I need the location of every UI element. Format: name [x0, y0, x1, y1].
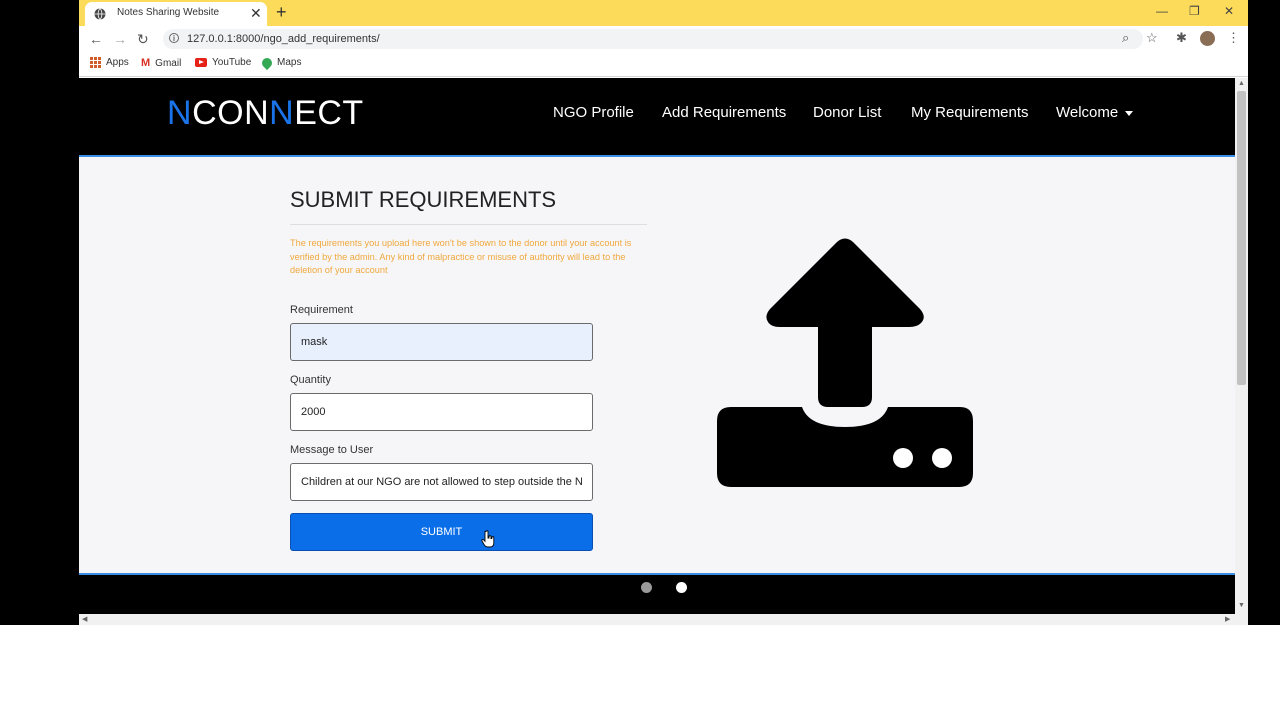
upload-icon — [717, 238, 973, 487]
info-icon[interactable]: i — [169, 33, 179, 43]
nav-my-requirements[interactable]: My Requirements — [911, 104, 1029, 121]
url-text[interactable]: 127.0.0.1:8000/ngo_add_requirements/ — [187, 33, 380, 45]
form-section: SUBMIT REQUIREMENTS The requirements you… — [79, 157, 1235, 575]
browser-tab[interactable]: Notes Sharing Website ✕ — [85, 2, 267, 26]
reload-button[interactable]: ↻ — [137, 30, 149, 48]
bookmark-maps[interactable]: Maps — [259, 55, 302, 70]
carousel-dot-1[interactable] — [641, 582, 652, 593]
right-black-margin — [1248, 0, 1280, 625]
bookmark-label: Maps — [277, 57, 302, 68]
address-toolbar: ← → ↻ i 127.0.0.1:8000/ngo_add_requireme… — [79, 26, 1248, 52]
bookmark-gmail[interactable]: M Gmail — [141, 57, 181, 69]
browser-menu-icon[interactable]: ⋮ — [1227, 30, 1240, 46]
title-bar: Notes Sharing Website ✕ + — ❐ ✕ — [79, 0, 1248, 26]
bookmark-label: Apps — [106, 57, 129, 68]
tab-close-icon[interactable]: ✕ — [250, 5, 262, 21]
bookmark-label: Gmail — [155, 57, 182, 69]
submit-button[interactable]: SUBMIT — [290, 513, 593, 551]
verification-notice: The requirements you upload here won't b… — [290, 238, 632, 275]
heading-divider — [290, 224, 647, 225]
bookmark-apps[interactable]: Apps — [90, 57, 129, 68]
minimize-button[interactable]: — — [1156, 3, 1168, 19]
bookmark-label: YouTube — [212, 57, 252, 68]
gmail-icon: M — [141, 57, 151, 69]
restore-button[interactable]: ❐ — [1189, 3, 1200, 19]
extensions-icon[interactable]: ✱ — [1176, 30, 1187, 46]
vertical-scroll-thumb[interactable] — [1237, 91, 1246, 385]
nav-donor-list[interactable]: Donor List — [813, 104, 881, 121]
bookmarks-bar: Apps M Gmail YouTube Maps — [79, 52, 1248, 77]
apps-grid-icon — [90, 57, 101, 68]
left-black-margin — [0, 0, 79, 625]
scroll-down-icon[interactable]: ▼ — [1238, 602, 1245, 609]
close-window-button[interactable]: ✕ — [1224, 3, 1234, 19]
scroll-right-icon[interactable]: ▶ — [1225, 615, 1230, 623]
page-viewport: NCONNECT NGO Profile Add Requirements Do… — [79, 78, 1235, 625]
nav-ngo-profile[interactable]: NGO Profile — [553, 104, 634, 121]
vertical-scrollbar[interactable]: ▲ ▼ — [1235, 78, 1248, 625]
address-bar[interactable]: i 127.0.0.1:8000/ngo_add_requirements/ — [163, 29, 1143, 49]
tab-title: Notes Sharing Website — [117, 7, 220, 18]
back-button[interactable]: ← — [89, 30, 103, 48]
nav-welcome-dropdown[interactable]: Welcome — [1056, 104, 1134, 121]
requirement-input[interactable] — [290, 323, 593, 361]
site-navbar: NCONNECT NGO Profile Add Requirements Do… — [79, 78, 1235, 157]
scroll-left-icon[interactable]: ◀ — [82, 615, 87, 623]
browser-window: Notes Sharing Website ✕ + — ❐ ✕ ← → ↻ i … — [79, 0, 1248, 625]
nav-add-requirements[interactable]: Add Requirements — [662, 104, 786, 121]
globe-icon — [94, 8, 106, 20]
site-logo[interactable]: NCONNECT — [167, 94, 364, 133]
message-label: Message to User — [290, 444, 374, 456]
forward-button[interactable]: → — [113, 30, 127, 48]
zoom-icon[interactable]: ⌕ — [1122, 30, 1129, 46]
maps-icon — [259, 55, 275, 70]
caret-down-icon — [1125, 110, 1134, 116]
hand-cursor-icon — [481, 530, 495, 548]
bookmark-star-icon[interactable]: ☆ — [1146, 30, 1158, 46]
profile-avatar[interactable] — [1200, 31, 1215, 46]
bookmark-youtube[interactable]: YouTube — [195, 57, 251, 68]
new-tab-button[interactable]: + — [276, 2, 287, 22]
requirement-label: Requirement — [290, 304, 353, 316]
youtube-icon — [195, 58, 207, 67]
page-title: SUBMIT REQUIREMENTS — [290, 187, 557, 212]
quantity-label: Quantity — [290, 374, 331, 386]
horizontal-scrollbar[interactable]: ◀ ▶ — [79, 614, 1235, 625]
scroll-up-icon[interactable]: ▲ — [1238, 80, 1245, 87]
carousel-dot-2[interactable] — [676, 582, 687, 593]
quantity-input[interactable] — [290, 393, 593, 431]
message-input[interactable] — [290, 463, 593, 501]
